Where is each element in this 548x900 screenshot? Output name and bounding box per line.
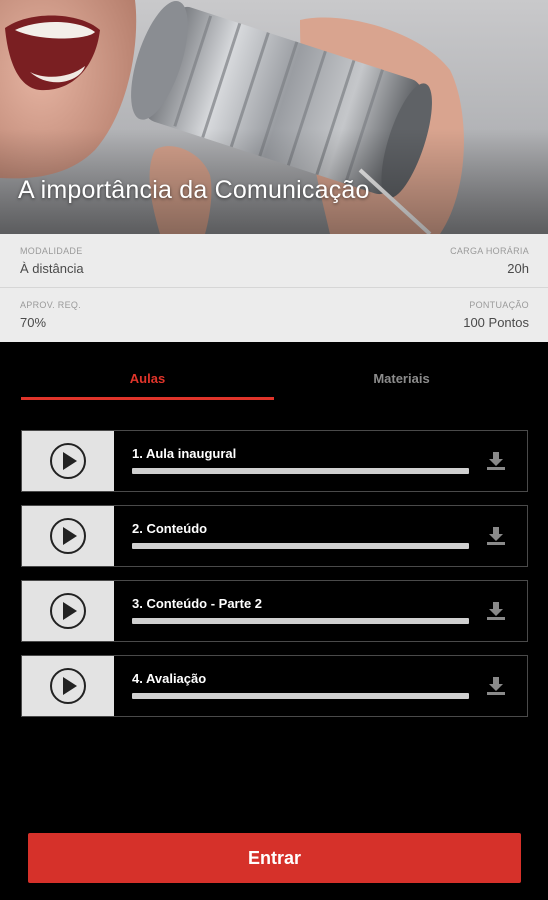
info-row: MODALIDADE À distância CARGA HORÁRIA 20h xyxy=(0,234,548,288)
lesson-thumbnail[interactable] xyxy=(22,431,114,491)
lesson-item[interactable]: 1. Aula inaugural xyxy=(21,430,528,492)
tab-materiais[interactable]: Materiais xyxy=(275,360,528,400)
pontuacao-value: 100 Pontos xyxy=(463,315,529,330)
modalidade-label: MODALIDADE xyxy=(20,246,83,256)
pontuacao-cell: PONTUAÇÃO 100 Pontos xyxy=(463,300,529,330)
lesson-title: 2. Conteúdo xyxy=(132,521,208,536)
lesson-thumbnail[interactable] xyxy=(22,656,114,716)
play-icon[interactable] xyxy=(49,517,87,555)
lesson-thumbnail[interactable] xyxy=(22,581,114,641)
lesson-item[interactable]: 3. Conteúdo - Parte 2 xyxy=(21,580,528,642)
course-info-panel: MODALIDADE À distância CARGA HORÁRIA 20h… xyxy=(0,234,548,342)
aprov-req-label: APROV. REQ. xyxy=(20,300,81,310)
download-icon[interactable] xyxy=(485,601,507,621)
download-icon[interactable] xyxy=(485,676,507,696)
lesson-thumbnail[interactable] xyxy=(22,506,114,566)
play-icon[interactable] xyxy=(49,667,87,705)
course-title: A importância da Comunicação xyxy=(18,176,370,204)
info-row: APROV. REQ. 70% PONTUAÇÃO 100 Pontos xyxy=(0,288,548,342)
aprov-req-value: 70% xyxy=(20,315,47,330)
carga-horaria-cell: CARGA HORÁRIA 20h xyxy=(450,246,529,276)
lesson-title: 4. Avaliação xyxy=(132,671,207,686)
download-icon[interactable] xyxy=(485,451,507,471)
lesson-progress-bar xyxy=(132,693,469,699)
carga-horaria-value: 20h xyxy=(507,261,529,276)
pontuacao-label: PONTUAÇÃO xyxy=(469,300,529,310)
lesson-item[interactable]: 2. Conteúdo xyxy=(21,505,528,567)
lesson-progress-bar xyxy=(132,618,469,624)
tab-aulas[interactable]: Aulas xyxy=(21,360,274,400)
download-icon[interactable] xyxy=(485,526,507,546)
lesson-progress-bar xyxy=(132,543,469,549)
lesson-title: 3. Conteúdo - Parte 2 xyxy=(132,596,263,611)
lesson-item[interactable]: 4. Avaliação xyxy=(21,655,528,717)
play-icon[interactable] xyxy=(49,592,87,630)
modalidade-value: À distância xyxy=(20,261,84,276)
carga-horaria-label: CARGA HORÁRIA xyxy=(450,246,529,256)
aprov-req-cell: APROV. REQ. 70% xyxy=(20,300,81,330)
lesson-title: 1. Aula inaugural xyxy=(132,446,237,461)
lesson-progress-bar xyxy=(132,468,469,474)
tab-bar: Aulas Materiais xyxy=(21,360,528,400)
enter-button[interactable]: Entrar xyxy=(28,833,521,883)
modalidade-cell: MODALIDADE À distância xyxy=(20,246,84,276)
play-icon[interactable] xyxy=(49,442,87,480)
course-hero: A importância da Comunicação xyxy=(0,0,548,234)
